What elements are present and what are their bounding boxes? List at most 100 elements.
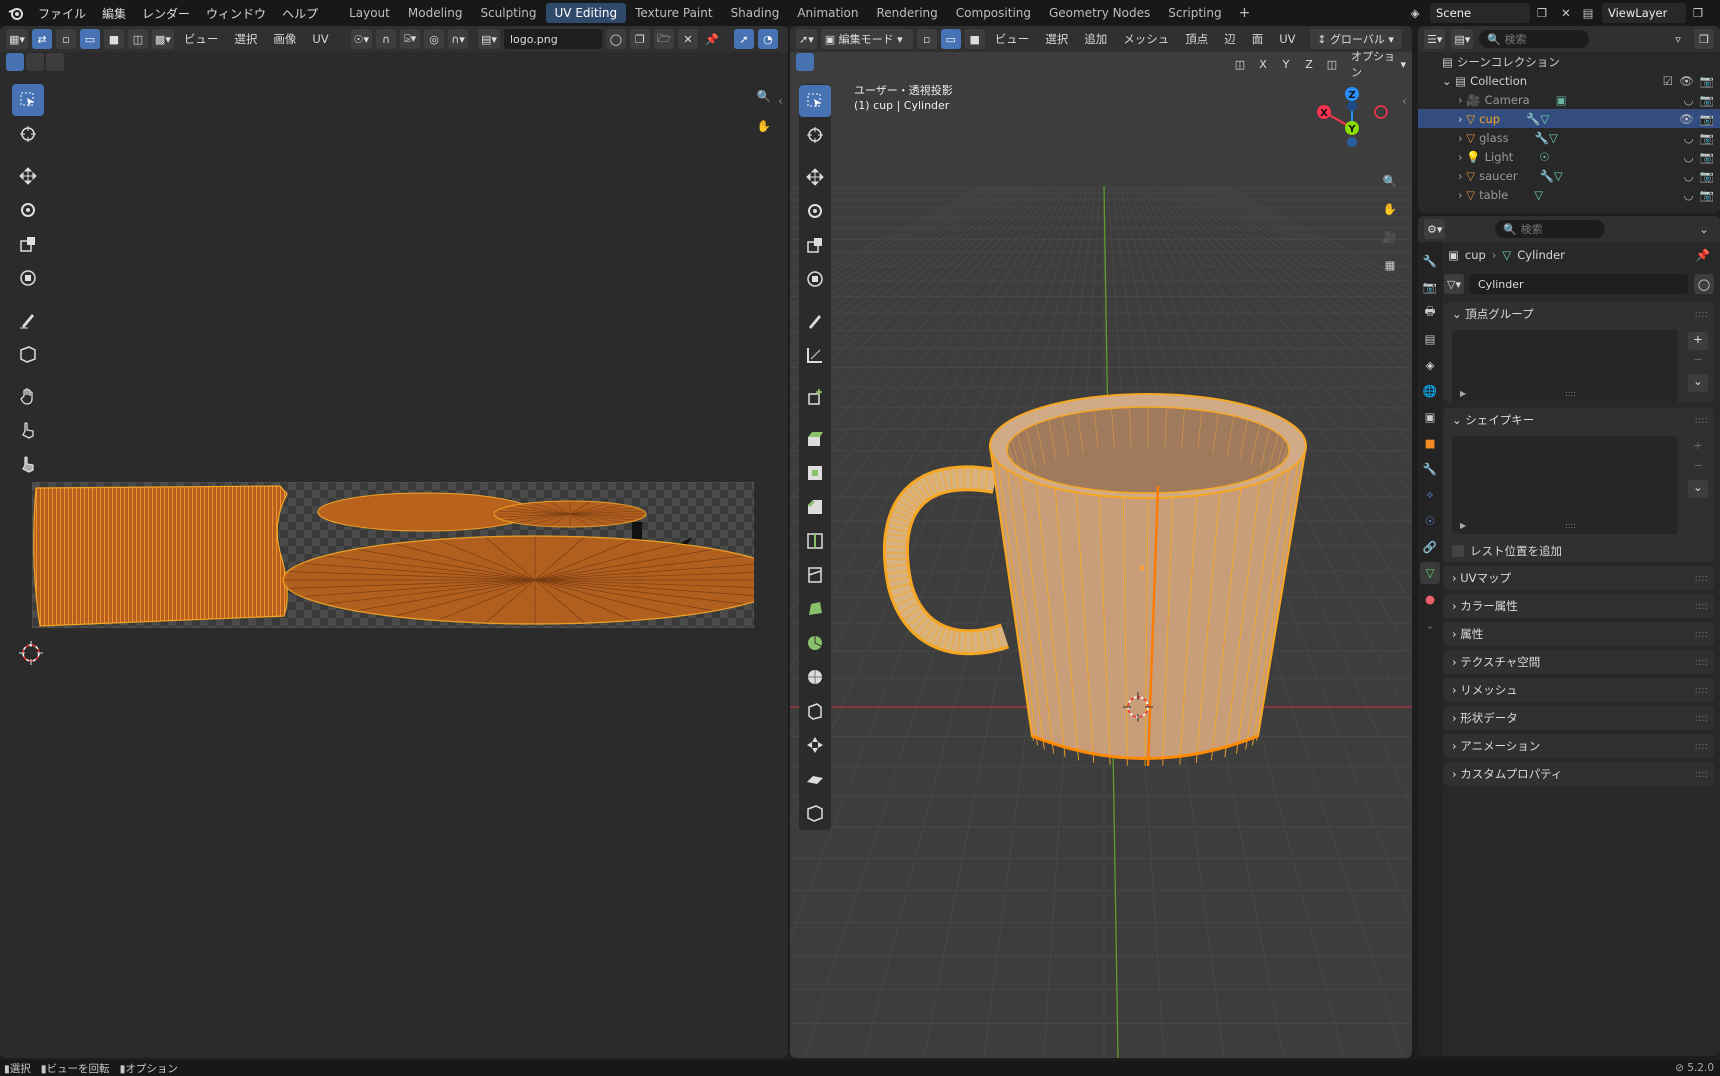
scene-selector[interactable]: Scene bbox=[1430, 3, 1530, 23]
sticky-select-icon[interactable]: ▩▾ bbox=[151, 29, 174, 49]
tab-geometry-nodes[interactable]: Geometry Nodes bbox=[1040, 3, 1159, 23]
mirror-x-button[interactable]: X bbox=[1253, 54, 1273, 74]
modifier-tab-icon[interactable]: 🔧 bbox=[1420, 458, 1440, 480]
shrink-fatten-tool-icon[interactable] bbox=[799, 729, 831, 761]
mesh-data-tab-icon[interactable]: ▽ bbox=[1420, 562, 1440, 584]
orientation-selector[interactable]: ↕ グローバル ▾ bbox=[1309, 29, 1402, 49]
transform-tool-icon[interactable] bbox=[12, 262, 44, 294]
list-resize-icon[interactable]: :::: bbox=[1565, 389, 1576, 398]
vp-menu-select[interactable]: 選択 bbox=[1039, 31, 1074, 47]
sidebar-toggle-icon[interactable]: ‹ bbox=[778, 94, 783, 108]
vp-select-extend-icon[interactable] bbox=[816, 53, 834, 71]
move-tool-icon[interactable] bbox=[12, 160, 44, 192]
tool-tab-icon[interactable]: 🔧 bbox=[1420, 250, 1440, 272]
tab-rendering[interactable]: Rendering bbox=[868, 3, 947, 23]
rotate-tool-icon[interactable] bbox=[12, 194, 44, 226]
outliner-editor-type-icon[interactable]: ☰▾ bbox=[1424, 29, 1446, 49]
view-layer-icon[interactable]: ▤ bbox=[1578, 3, 1598, 23]
tab-layout[interactable]: Layout bbox=[340, 3, 399, 23]
material-tab-icon[interactable]: ● bbox=[1420, 588, 1440, 610]
render-camera-icon[interactable]: 📷 bbox=[1700, 150, 1714, 164]
vp-select-box-tool-icon[interactable] bbox=[799, 85, 831, 117]
snap-icon[interactable]: ∩ bbox=[376, 29, 397, 49]
vp-sidebar-toggle-icon[interactable]: ‹ bbox=[1402, 94, 1407, 108]
menu-edit[interactable]: 編集 bbox=[94, 5, 134, 22]
scene-tab-icon[interactable]: ◈ bbox=[1420, 354, 1440, 376]
fake-user-shield-icon[interactable]: ◯ bbox=[1694, 274, 1714, 294]
editor-type-icon[interactable]: ▦▾ bbox=[6, 29, 28, 49]
collapsed-panel[interactable]: › テクスチャ空間:::: bbox=[1444, 650, 1714, 674]
tab-scripting[interactable]: Scripting bbox=[1159, 3, 1230, 23]
list-expand-icon[interactable]: ▶ bbox=[1460, 389, 1466, 398]
render-camera-icon[interactable]: 📷 bbox=[1700, 131, 1714, 145]
collection-row[interactable]: ⌄ ▤ Collection ☑ 👁 📷 bbox=[1418, 71, 1720, 90]
proportional-edit-icon[interactable]: ◎ bbox=[424, 29, 445, 49]
pin-icon[interactable]: 📌 bbox=[1696, 248, 1710, 262]
vp-move-tool-icon[interactable] bbox=[799, 161, 831, 193]
collapsed-panel[interactable]: › 属性:::: bbox=[1444, 622, 1714, 646]
render-camera-icon[interactable]: 📷 bbox=[1700, 74, 1714, 88]
knife-tool-icon[interactable] bbox=[799, 559, 831, 591]
snap-target-icon[interactable]: ⍄▾ bbox=[400, 29, 421, 49]
vp-rotate-tool-icon[interactable] bbox=[799, 195, 831, 227]
visibility-eye-icon[interactable]: ◡ bbox=[1684, 188, 1694, 202]
mirror-y-button[interactable]: Y bbox=[1276, 54, 1296, 74]
menu-window[interactable]: ウィンドウ bbox=[198, 5, 274, 22]
render-tab-icon[interactable]: 📷 bbox=[1420, 276, 1440, 298]
add-workspace-button[interactable]: + bbox=[1231, 5, 1259, 21]
poly-build-tool-icon[interactable] bbox=[799, 593, 831, 625]
expand-icon[interactable]: ⌄ bbox=[1442, 74, 1452, 88]
vertex-groups-header[interactable]: ⌄ 頂点グループ:::: bbox=[1444, 302, 1714, 326]
exclude-checkbox[interactable]: ☑ bbox=[1663, 74, 1673, 88]
select-box-tool-icon[interactable] bbox=[12, 84, 44, 116]
visibility-eye-icon[interactable]: 👁 bbox=[1679, 112, 1694, 126]
tab-modeling[interactable]: Modeling bbox=[399, 3, 472, 23]
spin-tool-icon[interactable] bbox=[799, 627, 831, 659]
tab-uv-editing[interactable]: UV Editing bbox=[545, 3, 627, 23]
overlay-icon[interactable]: ◔ bbox=[757, 29, 778, 49]
viewport-editor-type-icon[interactable]: ➚▾ bbox=[796, 29, 817, 49]
properties-editor-type-icon[interactable]: ⚙▾ bbox=[1424, 219, 1446, 239]
annotate-tool-icon[interactable] bbox=[12, 304, 44, 336]
add-shape-key-button[interactable]: + bbox=[1688, 438, 1708, 456]
2d-cursor-icon[interactable] bbox=[18, 640, 44, 666]
smooth-tool-icon[interactable] bbox=[799, 661, 831, 693]
image-name-field[interactable]: logo.png bbox=[503, 29, 602, 49]
delete-scene-icon[interactable]: ✕ bbox=[1556, 3, 1576, 23]
auto-merge-icon[interactable]: ◫ bbox=[1322, 54, 1342, 74]
mirror-z-button[interactable]: Z bbox=[1299, 54, 1319, 74]
mirror-icon[interactable]: ◫ bbox=[1230, 54, 1250, 74]
pin-icon[interactable]: 📌 bbox=[702, 29, 722, 49]
tab-texture-paint[interactable]: Texture Paint bbox=[626, 3, 721, 23]
vp-select-intersect-icon[interactable] bbox=[876, 53, 894, 71]
add-cube-tool-icon[interactable] bbox=[799, 381, 831, 413]
object-tab-icon[interactable]: ■ bbox=[1420, 432, 1440, 454]
edge-slide-tool-icon[interactable] bbox=[799, 695, 831, 727]
properties-options-icon[interactable]: ⌄ bbox=[1694, 219, 1714, 239]
relax-tool-icon[interactable] bbox=[12, 414, 44, 446]
expand-icon[interactable]: › bbox=[1458, 150, 1463, 164]
mesh-browse-icon[interactable]: ▽▾ bbox=[1444, 274, 1464, 294]
drag-handle-icon[interactable]: :::: bbox=[1695, 415, 1708, 426]
vp-menu-vertex[interactable]: 頂点 bbox=[1179, 31, 1214, 47]
mode-selector[interactable]: ▣ 編集モード ▾ bbox=[820, 29, 913, 49]
blender-logo-icon[interactable] bbox=[6, 3, 26, 23]
outliner-item-light[interactable]: › 💡 Light ☉ ◡ 📷 bbox=[1418, 147, 1720, 166]
collapsed-panel[interactable]: › アニメーション:::: bbox=[1444, 734, 1714, 758]
render-camera-icon[interactable]: 📷 bbox=[1700, 93, 1714, 107]
tab-shading[interactable]: Shading bbox=[722, 3, 789, 23]
outliner-item-cup[interactable]: › ▽ cup 🔧 ▽ 👁 📷 bbox=[1418, 109, 1720, 128]
world-tab-icon[interactable]: 🌐 bbox=[1420, 380, 1440, 402]
select-new-icon[interactable] bbox=[6, 53, 24, 71]
cursor-tool-icon[interactable] bbox=[12, 118, 44, 150]
outliner-item-glass[interactable]: › ▽ glass 🔧 ▽ ◡ 📷 bbox=[1418, 128, 1720, 147]
unlink-image-icon[interactable]: ✕ bbox=[677, 29, 698, 49]
uv-menu-image[interactable]: 画像 bbox=[267, 31, 302, 47]
expand-icon[interactable]: › bbox=[1458, 188, 1463, 202]
camera-view-icon[interactable]: 🎥 bbox=[1378, 225, 1402, 249]
fake-user-icon[interactable]: ◯ bbox=[605, 29, 626, 49]
drag-handle-icon[interactable]: :::: bbox=[1695, 713, 1708, 724]
drag-handle-icon[interactable]: :::: bbox=[1695, 601, 1708, 612]
outliner-item-camera[interactable]: › 🎥 Camera ▣ ◡ 📷 bbox=[1418, 90, 1720, 109]
vertex-groups-list[interactable]: ▶ :::: + − ⌄ bbox=[1452, 330, 1708, 402]
